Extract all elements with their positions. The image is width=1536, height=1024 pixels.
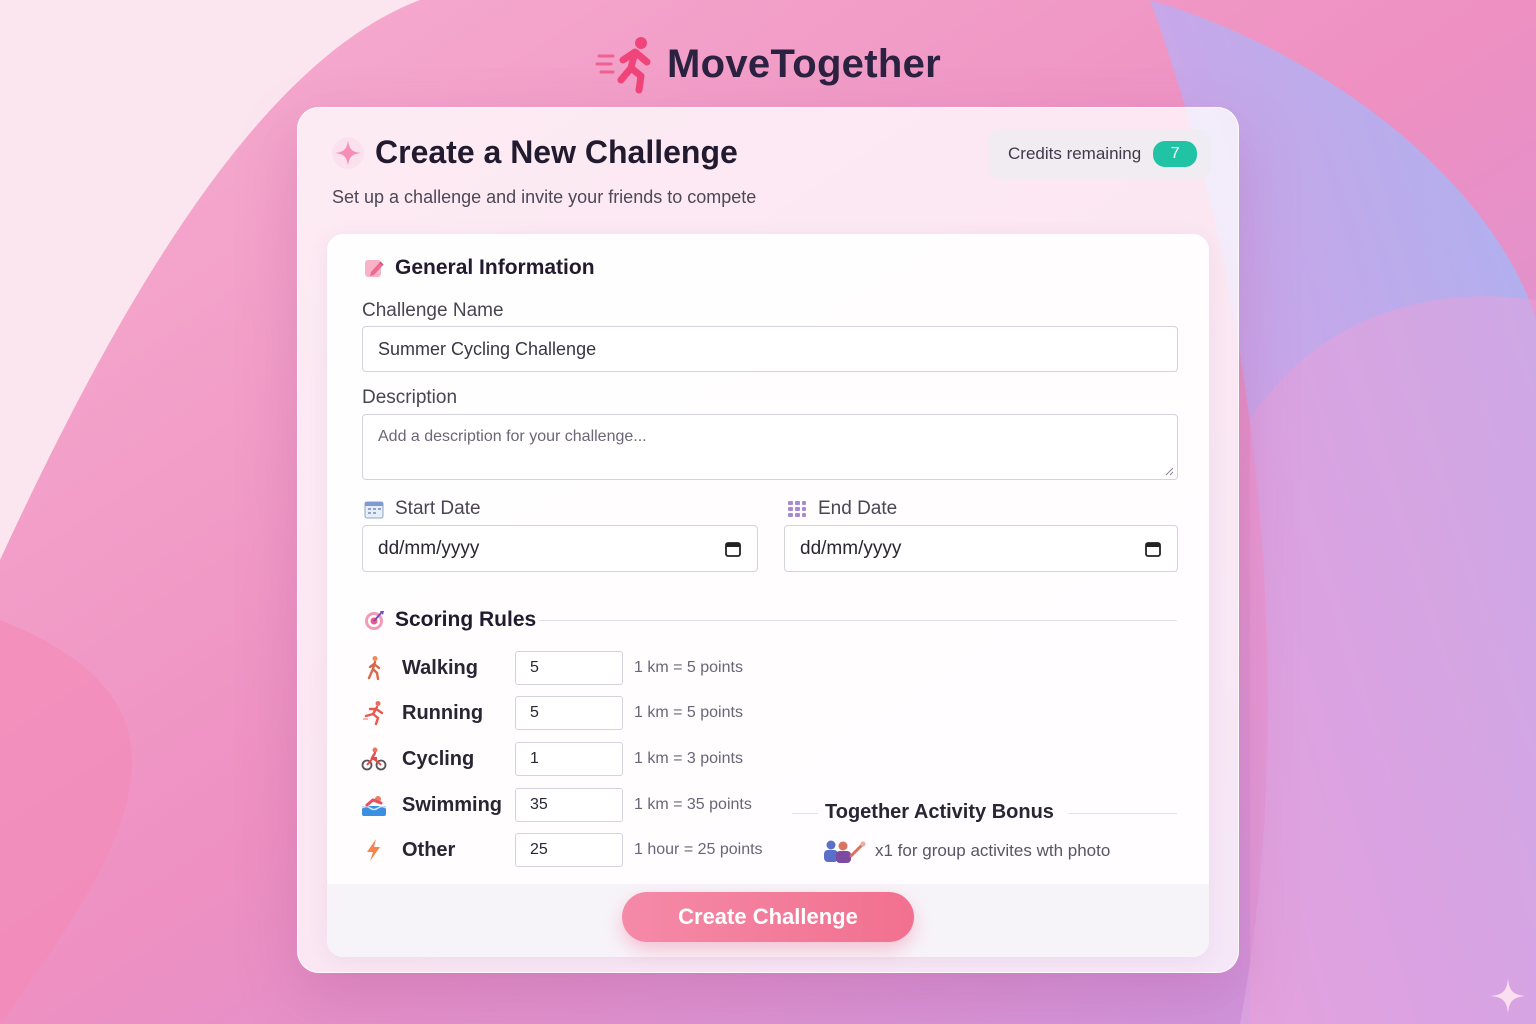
target-icon (365, 611, 384, 630)
general-info-header: General Information (363, 256, 595, 280)
end-date-label-row: End Date (787, 498, 897, 520)
rule-points-input[interactable]: 35 (515, 788, 623, 822)
page-subtitle: Set up a challenge and invite your frien… (332, 187, 757, 207)
app-title: MoveTogether (667, 41, 941, 86)
calendar-picker-icon[interactable] (1144, 540, 1162, 558)
rule-points-input[interactable]: 1 (515, 742, 623, 776)
rule-description: 1 hour = 25 points (634, 841, 763, 858)
bonus-description: x1 for group activites wth photo (875, 841, 1111, 860)
rule-row-cycling: Cycling 1 1 km = 3 points (361, 742, 743, 776)
rule-row-swimming: Swimming 35 1 km = 35 points (361, 788, 752, 822)
start-date-input[interactable]: dd/mm/yyyy (362, 525, 758, 572)
rule-points-input[interactable]: 5 (515, 696, 623, 730)
calendar-icon (364, 501, 384, 519)
scoring-divider (539, 620, 1177, 621)
credits-badge: 7 (1153, 141, 1198, 167)
calendar-grid-icon (788, 501, 806, 517)
cycling-icon (361, 747, 387, 771)
challenge-name-label: Challenge Name (362, 300, 504, 321)
start-date-label-row: Start Date (364, 498, 481, 520)
scoring-rules-header: Scoring Rules (363, 608, 536, 632)
rule-points-input[interactable]: 5 (515, 651, 623, 685)
start-date-value: dd/mm/yyyy (378, 537, 480, 559)
bonus-row: x1 for group activites wth photo (823, 838, 1110, 864)
create-challenge-button[interactable]: Create Challenge (622, 892, 914, 942)
rule-row-other: Other 25 1 hour = 25 points (361, 833, 763, 867)
end-date-input[interactable]: dd/mm/yyyy (784, 525, 1178, 572)
sparkle-icon (332, 136, 364, 169)
form-panel: General Information Challenge Name Summe… (327, 234, 1209, 957)
rule-name: Other (402, 838, 456, 861)
rule-description: 1 km = 5 points (634, 659, 743, 676)
end-date-label: End Date (818, 498, 898, 519)
rule-name: Walking (402, 656, 478, 679)
bonus-divider-left (792, 813, 818, 814)
running-icon (363, 701, 384, 726)
create-challenge-card: Create a New Challenge Set up a challeng… (297, 107, 1239, 973)
rule-description: 1 km = 3 points (634, 750, 743, 767)
brand-header: MoveTogether (0, 34, 1536, 94)
pencil-note-icon (365, 260, 384, 277)
rule-description: 1 km = 5 points (634, 704, 743, 721)
start-date-label: Start Date (395, 498, 481, 519)
rule-name: Running (402, 701, 484, 724)
bonus-divider-right (1069, 813, 1177, 814)
corner-sparkle-icon (1490, 978, 1526, 1014)
rule-row-walking: Walking 5 1 km = 5 points (361, 651, 743, 685)
walking-icon (367, 656, 381, 681)
group-people-icon (824, 840, 866, 863)
challenge-name-input[interactable]: Summer Cycling Challenge (362, 326, 1178, 372)
rule-row-running: Running 5 1 km = 5 points (361, 696, 743, 730)
page-title: Create a New Challenge (375, 134, 738, 170)
description-textarea[interactable]: Add a description for your challenge... (362, 414, 1178, 480)
rule-name: Cycling (402, 747, 475, 770)
calendar-picker-icon[interactable] (724, 540, 742, 558)
rule-description: 1 km = 35 points (634, 796, 752, 813)
lightning-icon (367, 839, 380, 861)
swimming-icon (361, 796, 387, 816)
credits-label: Credits remaining (1008, 144, 1142, 163)
runner-logo-icon (595, 37, 651, 94)
bonus-title: Together Activity Bonus (825, 801, 1054, 823)
description-label: Description (362, 387, 458, 408)
credits-indicator: Credits remaining 7 (989, 129, 1211, 179)
end-date-value: dd/mm/yyyy (800, 537, 902, 559)
rule-points-input[interactable]: 25 (515, 833, 623, 867)
description-placeholder: Add a description for your challenge... (378, 428, 647, 445)
card-header: Create a New Challenge (331, 134, 738, 171)
resize-grip-icon[interactable] (1164, 466, 1174, 476)
general-info-title: General Information (395, 256, 595, 279)
rule-name: Swimming (402, 793, 503, 816)
scoring-rules-title: Scoring Rules (395, 608, 537, 631)
